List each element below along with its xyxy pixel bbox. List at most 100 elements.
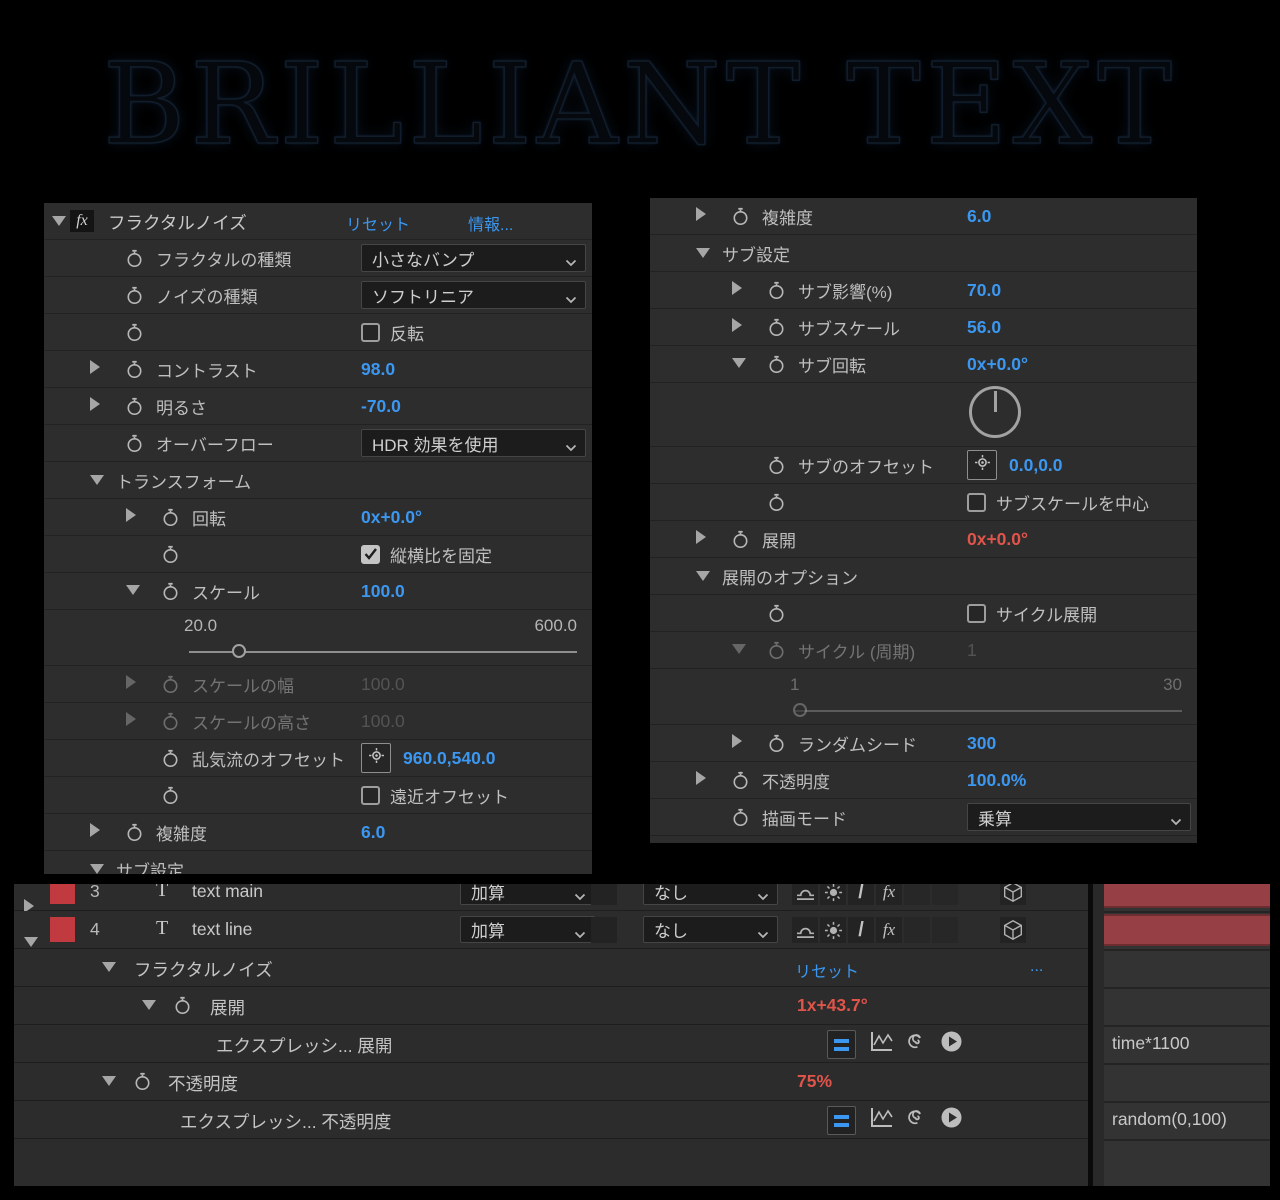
disclosure-open-icon[interactable] <box>90 475 104 485</box>
property-value[interactable]: 100.0 <box>361 674 405 695</box>
property-row[interactable]: 不透明度75% <box>14 1063 1088 1101</box>
collapse-icon[interactable] <box>820 884 846 905</box>
info-button[interactable]: 情報... <box>468 211 513 235</box>
fx-icon[interactable]: fx <box>876 917 902 943</box>
post-expression-graph-icon[interactable] <box>870 1030 894 1052</box>
property-value[interactable]: 6.0 <box>967 206 991 227</box>
dropdown[interactable]: 小さなバンプ <box>361 244 586 272</box>
disclosure-open-icon[interactable] <box>696 571 710 581</box>
stopwatch-icon[interactable] <box>162 712 192 731</box>
property-value[interactable]: 0x+0.0° <box>967 529 1028 550</box>
stopwatch-icon[interactable] <box>162 508 192 527</box>
slider-track[interactable] <box>189 651 577 653</box>
disclosure-open-icon[interactable] <box>732 358 746 368</box>
disclosure-open-icon[interactable] <box>126 585 140 595</box>
post-expression-graph-icon[interactable] <box>870 1106 894 1128</box>
stopwatch-icon[interactable] <box>126 323 156 342</box>
switch-cell[interactable] <box>932 884 958 905</box>
checkbox[interactable] <box>967 493 986 512</box>
expression-enabled-icon[interactable] <box>827 1030 856 1059</box>
layer-name[interactable]: text main <box>192 884 263 902</box>
stopwatch-icon[interactable] <box>126 823 156 842</box>
disclosure-open-icon[interactable] <box>90 864 104 874</box>
expression-row[interactable]: エクスプレッシ... 不透明度 <box>14 1101 1088 1139</box>
expression-enabled-icon[interactable] <box>827 1106 856 1135</box>
track-matte-dropdown[interactable]: なし <box>643 916 778 943</box>
property-value[interactable]: 300 <box>967 733 996 754</box>
slider-handle[interactable] <box>793 703 807 717</box>
checkbox[interactable] <box>361 545 380 564</box>
disclosure-closed-icon[interactable] <box>732 318 742 332</box>
expression-row[interactable]: エクスプレッシ... 展開 <box>14 1025 1088 1063</box>
stopwatch-icon[interactable] <box>768 734 798 753</box>
property-row[interactable]: 展開1x+43.7° <box>14 987 1088 1025</box>
stopwatch-icon[interactable] <box>768 318 798 337</box>
switch-cell[interactable] <box>591 917 617 943</box>
stopwatch-icon[interactable] <box>134 1072 164 1091</box>
expression-menu-icon[interactable] <box>940 1106 963 1129</box>
shy-icon[interactable] <box>792 884 818 905</box>
more-options-button[interactable]: ... <box>1030 958 1043 976</box>
layer-duration-bar[interactable] <box>1104 884 1270 908</box>
blend-mode-dropdown[interactable]: 加算 <box>460 916 595 943</box>
property-value[interactable]: 100.0% <box>967 770 1026 791</box>
stopwatch-icon[interactable] <box>126 434 156 453</box>
property-value[interactable]: 0x+0.0° <box>967 354 1028 375</box>
quality-icon[interactable]: / <box>848 884 874 905</box>
property-value[interactable]: -70.0 <box>361 396 401 417</box>
stopwatch-icon[interactable] <box>768 493 798 512</box>
stopwatch-icon[interactable] <box>732 530 762 549</box>
slider-handle[interactable] <box>232 644 246 658</box>
disclosure-open-icon[interactable] <box>696 248 710 258</box>
quality-icon[interactable]: / <box>848 917 874 943</box>
checkbox[interactable] <box>967 604 986 623</box>
stopwatch-icon[interactable] <box>126 249 156 268</box>
stopwatch-icon[interactable] <box>768 281 798 300</box>
stopwatch-icon[interactable] <box>768 355 798 374</box>
disclosure-closed-icon[interactable] <box>126 508 136 522</box>
checkbox[interactable] <box>361 786 380 805</box>
dropdown[interactable]: HDR 効果を使用 <box>361 429 586 457</box>
switch-cell[interactable] <box>591 884 617 905</box>
property-value[interactable]: 0x+0.0° <box>361 507 422 528</box>
reset-button[interactable]: リセット <box>795 958 859 982</box>
property-value[interactable]: 100.0 <box>361 711 405 732</box>
pick-whip-icon[interactable] <box>906 1030 928 1052</box>
pick-whip-icon[interactable] <box>906 1106 928 1128</box>
disclosure-closed-icon[interactable] <box>126 712 136 726</box>
collapse-icon[interactable] <box>820 917 846 943</box>
disclosure-open-icon[interactable] <box>732 644 746 654</box>
property-value[interactable]: 56.0 <box>967 317 1001 338</box>
rotation-dial-icon[interactable] <box>969 386 1021 438</box>
stopwatch-icon[interactable] <box>174 996 204 1015</box>
blend-mode-dropdown[interactable]: 加算 <box>460 884 595 905</box>
layer-row[interactable]: 3Ttext main加算なし/fx <box>14 884 1088 911</box>
disclosure-closed-icon[interactable] <box>90 397 100 411</box>
disclosure-closed-icon[interactable] <box>696 771 706 785</box>
property-value[interactable]: 70.0 <box>967 280 1001 301</box>
disclosure-closed-icon[interactable] <box>90 360 100 374</box>
disclosure-open-icon[interactable] <box>52 216 66 226</box>
stopwatch-icon[interactable] <box>768 456 798 475</box>
slider-track[interactable] <box>795 710 1182 712</box>
dropdown[interactable]: 乗算 <box>967 803 1191 831</box>
reset-button[interactable]: リセット <box>346 211 410 235</box>
disclosure-closed-icon[interactable] <box>732 281 742 295</box>
stopwatch-icon[interactable] <box>162 545 192 564</box>
stopwatch-icon[interactable] <box>732 207 762 226</box>
layer-name[interactable]: text line <box>192 919 252 940</box>
property-value[interactable]: 0.0,0.0 <box>1009 455 1063 476</box>
stopwatch-icon[interactable] <box>162 749 192 768</box>
stopwatch-icon[interactable] <box>126 286 156 305</box>
dropdown[interactable]: ソフトリニア <box>361 281 586 309</box>
effect-group-row[interactable]: フラクタルノイズリセット... <box>14 949 1088 987</box>
anchor-target-button[interactable] <box>967 450 997 480</box>
switch-cell[interactable] <box>932 917 958 943</box>
stopwatch-icon[interactable] <box>768 641 798 660</box>
disclosure-closed-icon[interactable] <box>696 530 706 544</box>
stopwatch-icon[interactable] <box>162 582 192 601</box>
stopwatch-icon[interactable] <box>732 808 762 827</box>
stopwatch-icon[interactable] <box>768 604 798 623</box>
property-value[interactable]: 6.0 <box>361 822 385 843</box>
switch-cell[interactable] <box>904 917 930 943</box>
